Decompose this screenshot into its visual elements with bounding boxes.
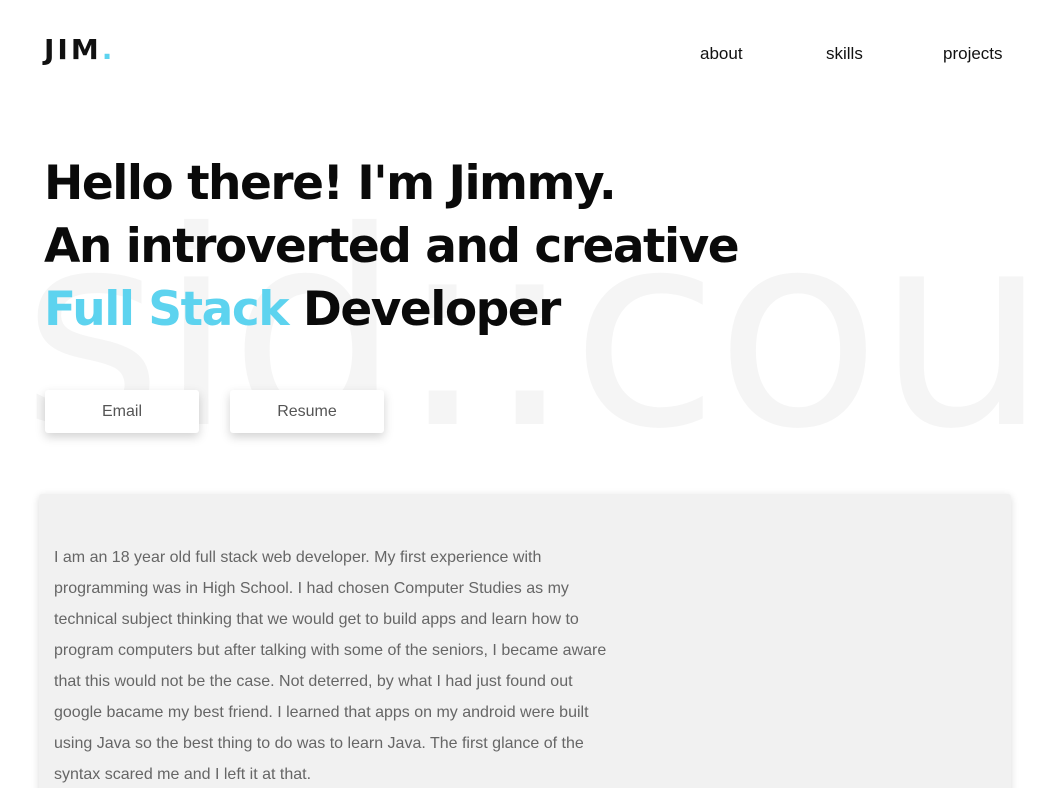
about-paragraph: I am an 18 year old full stack web devel…: [54, 549, 607, 783]
hero-buttons: Email Resume: [45, 390, 384, 433]
top-navigation: JIM. about skills projects: [0, 0, 1050, 110]
hero-description: An introverted and creative: [44, 219, 740, 274]
hero-role: Full Stack Developer: [44, 278, 738, 341]
resume-button[interactable]: Resume: [230, 390, 384, 433]
hero-role-accent: Full Stack: [44, 282, 289, 337]
hero-role-rest: Developer: [287, 282, 562, 337]
site-logo[interactable]: JIM.: [44, 36, 115, 64]
nav-link-skills[interactable]: skills: [826, 44, 863, 64]
hero-section: Hello there! I'm Jimmy. An introverted a…: [44, 152, 740, 341]
email-button[interactable]: Email: [45, 390, 199, 433]
logo-text: JIM: [44, 33, 102, 66]
logo-dot: .: [101, 33, 116, 66]
portfolio-page: sid::cou JIM. about skills projects Hell…: [0, 0, 1050, 788]
hero-greeting: Hello there! I'm Jimmy.: [44, 156, 617, 211]
nav-link-about[interactable]: about: [700, 44, 743, 64]
about-card: I am an 18 year old full stack web devel…: [39, 494, 1011, 788]
nav-link-projects[interactable]: projects: [943, 44, 1003, 64]
